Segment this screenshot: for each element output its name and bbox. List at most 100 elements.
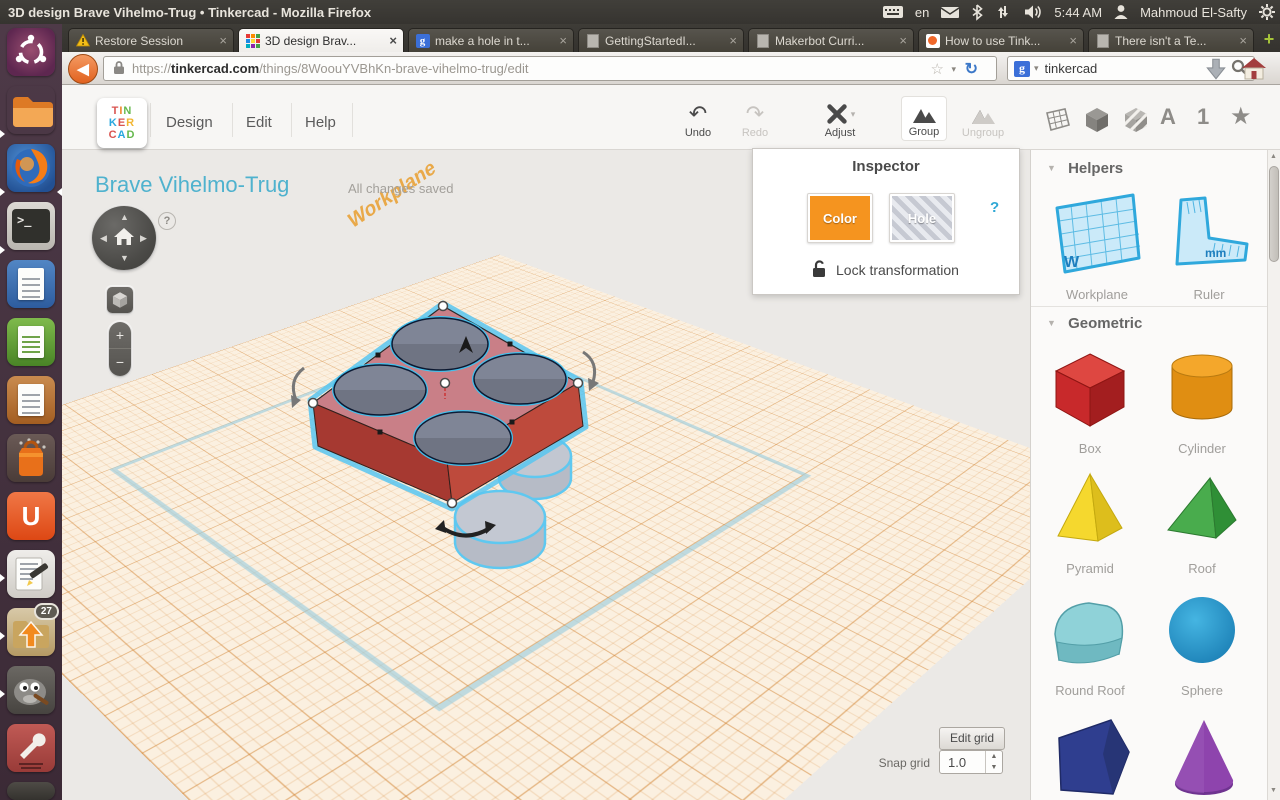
lock-transformation-toggle[interactable]: Lock transformation bbox=[811, 259, 959, 281]
spinner-down-icon[interactable]: ▼ bbox=[986, 762, 1002, 773]
google-search-icon[interactable]: g bbox=[1014, 61, 1030, 77]
group-button[interactable]: Group bbox=[902, 97, 946, 140]
orbit-up-icon[interactable]: ▲ bbox=[120, 213, 129, 222]
tab-3d-design[interactable]: 3D design Brav... × bbox=[238, 28, 404, 52]
tab-close-icon[interactable]: × bbox=[389, 33, 397, 48]
bookmark-star-icon[interactable]: ☆ bbox=[931, 60, 944, 78]
tab-there-isnt[interactable]: There isn't a Te... × bbox=[1088, 28, 1254, 52]
shape-round-roof[interactable]: Round Roof bbox=[1043, 590, 1137, 698]
section-helpers[interactable]: ▼ Helpers bbox=[1047, 160, 1123, 177]
hole-swatch[interactable]: Hole bbox=[889, 193, 955, 243]
tab-how-to-use[interactable]: How to use Tink... × bbox=[918, 28, 1084, 52]
help-button[interactable]: ? bbox=[158, 212, 176, 230]
collapse-triangle-icon[interactable]: ▼ bbox=[1047, 318, 1056, 328]
launcher-item-software-center[interactable] bbox=[7, 434, 55, 482]
keyboard-icon[interactable] bbox=[882, 2, 904, 22]
hole-cylinder-bottom[interactable] bbox=[455, 491, 545, 568]
collapse-triangle-icon[interactable]: ▼ bbox=[1047, 163, 1056, 173]
view-navigation-orb[interactable]: ▲ ▼ ◀ ▶ bbox=[92, 206, 156, 270]
helper-ruler[interactable]: mm Ruler bbox=[1157, 194, 1261, 302]
solid-view-button[interactable] bbox=[1084, 106, 1110, 139]
favorites-star-button[interactable]: ★ bbox=[1230, 102, 1252, 131]
tinkercad-logo[interactable]: TIN KER CAD bbox=[97, 98, 147, 148]
reload-icon[interactable]: ↻ bbox=[965, 59, 978, 79]
launcher-item-partial[interactable] bbox=[7, 782, 55, 800]
zoom-in-button[interactable]: + bbox=[109, 322, 131, 348]
launcher-item-gimp[interactable] bbox=[7, 666, 55, 714]
launcher-item-impress[interactable] bbox=[7, 376, 55, 424]
shape-cone[interactable] bbox=[1160, 712, 1244, 800]
url-dropdown-icon[interactable]: ▾ bbox=[951, 64, 956, 75]
rotate-handle-right[interactable] bbox=[583, 352, 599, 391]
scrollbar-thumb[interactable] bbox=[1269, 166, 1279, 262]
volume-icon[interactable] bbox=[1023, 3, 1043, 21]
letter-shape-button[interactable]: A bbox=[1160, 104, 1176, 130]
shape-box[interactable]: Box bbox=[1048, 348, 1132, 456]
hole-view-button[interactable] bbox=[1123, 106, 1149, 139]
redo-button[interactable]: ↷ Redo bbox=[733, 100, 777, 139]
undo-button[interactable]: ↶ Undo bbox=[676, 100, 720, 139]
orbit-left-icon[interactable]: ◀ bbox=[100, 234, 107, 243]
launcher-item-dash[interactable] bbox=[7, 28, 55, 76]
home-view-icon[interactable] bbox=[113, 226, 135, 253]
zoom-controls[interactable]: + − bbox=[109, 322, 131, 376]
shape-roof[interactable]: Roof bbox=[1160, 468, 1244, 576]
launcher-item-calc[interactable] bbox=[7, 318, 55, 366]
launcher-item-files[interactable] bbox=[7, 86, 55, 134]
number-shape-button[interactable]: 1 bbox=[1197, 104, 1209, 130]
clock[interactable]: 5:44 AM bbox=[1054, 5, 1102, 20]
session-gear-icon[interactable] bbox=[1258, 3, 1276, 21]
bluetooth-icon[interactable] bbox=[971, 3, 983, 21]
orbit-right-icon[interactable]: ▶ bbox=[140, 234, 147, 243]
search-engine-dropdown-icon[interactable]: ▾ bbox=[1034, 63, 1039, 74]
tab-close-icon[interactable]: × bbox=[559, 33, 567, 48]
section-geometric[interactable]: ▼ Geometric bbox=[1047, 315, 1142, 332]
shape-sphere[interactable]: Sphere bbox=[1160, 590, 1244, 698]
tab-makerbot[interactable]: Makerbot Curri... × bbox=[748, 28, 914, 52]
rotate-handle-left[interactable] bbox=[291, 368, 304, 408]
launcher-item-terminal[interactable]: >_ bbox=[7, 202, 55, 250]
scroll-up-icon[interactable]: ▲ bbox=[1270, 153, 1277, 160]
tab-close-icon[interactable]: × bbox=[899, 33, 907, 48]
shape-blue-prism[interactable] bbox=[1043, 712, 1137, 800]
toggle-grid-button[interactable] bbox=[1043, 106, 1071, 137]
helper-workplane[interactable]: W Workplane bbox=[1043, 188, 1151, 302]
adjust-button[interactable]: ▾ Adjust bbox=[810, 100, 870, 139]
download-button[interactable] bbox=[1203, 56, 1229, 87]
keyboard-layout[interactable]: en bbox=[915, 5, 929, 20]
scroll-down-icon[interactable]: ▼ bbox=[1270, 787, 1277, 794]
launcher-item-ubuntu-one[interactable]: U bbox=[7, 492, 55, 540]
snap-grid-spinner[interactable]: ▲ ▼ bbox=[985, 751, 1002, 773]
model-brave-vihelmo-trug[interactable] bbox=[280, 280, 620, 580]
launcher-item-system-settings[interactable] bbox=[7, 724, 55, 772]
view-cube-button[interactable] bbox=[107, 287, 133, 313]
color-swatch[interactable]: Color bbox=[807, 193, 873, 243]
tab-make-a-hole[interactable]: g make a hole in t... × bbox=[408, 28, 574, 52]
orbit-down-icon[interactable]: ▼ bbox=[120, 254, 129, 263]
shape-cylinder[interactable]: Cylinder bbox=[1160, 348, 1244, 456]
network-icon[interactable] bbox=[994, 3, 1012, 21]
sidebar-scrollbar[interactable]: ▲ ▼ bbox=[1267, 150, 1280, 800]
menu-edit[interactable]: Edit bbox=[246, 114, 272, 131]
ungroup-button[interactable]: Ungroup bbox=[957, 100, 1009, 139]
inspector-help-button[interactable]: ? bbox=[990, 199, 999, 216]
user-name[interactable]: Mahmoud El-Safty bbox=[1140, 5, 1247, 20]
launcher-item-update-manager[interactable]: 27 bbox=[7, 608, 55, 656]
spinner-up-icon[interactable]: ▲ bbox=[986, 751, 1002, 762]
mail-icon[interactable] bbox=[940, 3, 960, 21]
edit-grid-button[interactable]: Edit grid bbox=[939, 727, 1005, 750]
zoom-out-button[interactable]: − bbox=[109, 348, 131, 375]
menu-design[interactable]: Design bbox=[166, 114, 213, 131]
home-button[interactable] bbox=[1240, 55, 1268, 88]
design-title[interactable]: Brave Vihelmo-Trug bbox=[95, 172, 289, 198]
menu-help[interactable]: Help bbox=[305, 114, 336, 131]
tab-getting-started[interactable]: GettingStartedI... × bbox=[578, 28, 744, 52]
launcher-item-text-editor[interactable] bbox=[7, 550, 55, 598]
tab-close-icon[interactable]: × bbox=[1239, 33, 1247, 48]
tab-close-icon[interactable]: × bbox=[219, 33, 227, 48]
tab-close-icon[interactable]: × bbox=[1069, 33, 1077, 48]
back-button[interactable]: ◀ bbox=[68, 54, 98, 84]
search-input[interactable] bbox=[1043, 60, 1226, 77]
url-bar[interactable]: https://tinkercad.com/things/8WoouYVBhKn… bbox=[103, 56, 997, 81]
snap-grid-select[interactable]: 1.0 ▲ ▼ bbox=[939, 750, 1003, 774]
